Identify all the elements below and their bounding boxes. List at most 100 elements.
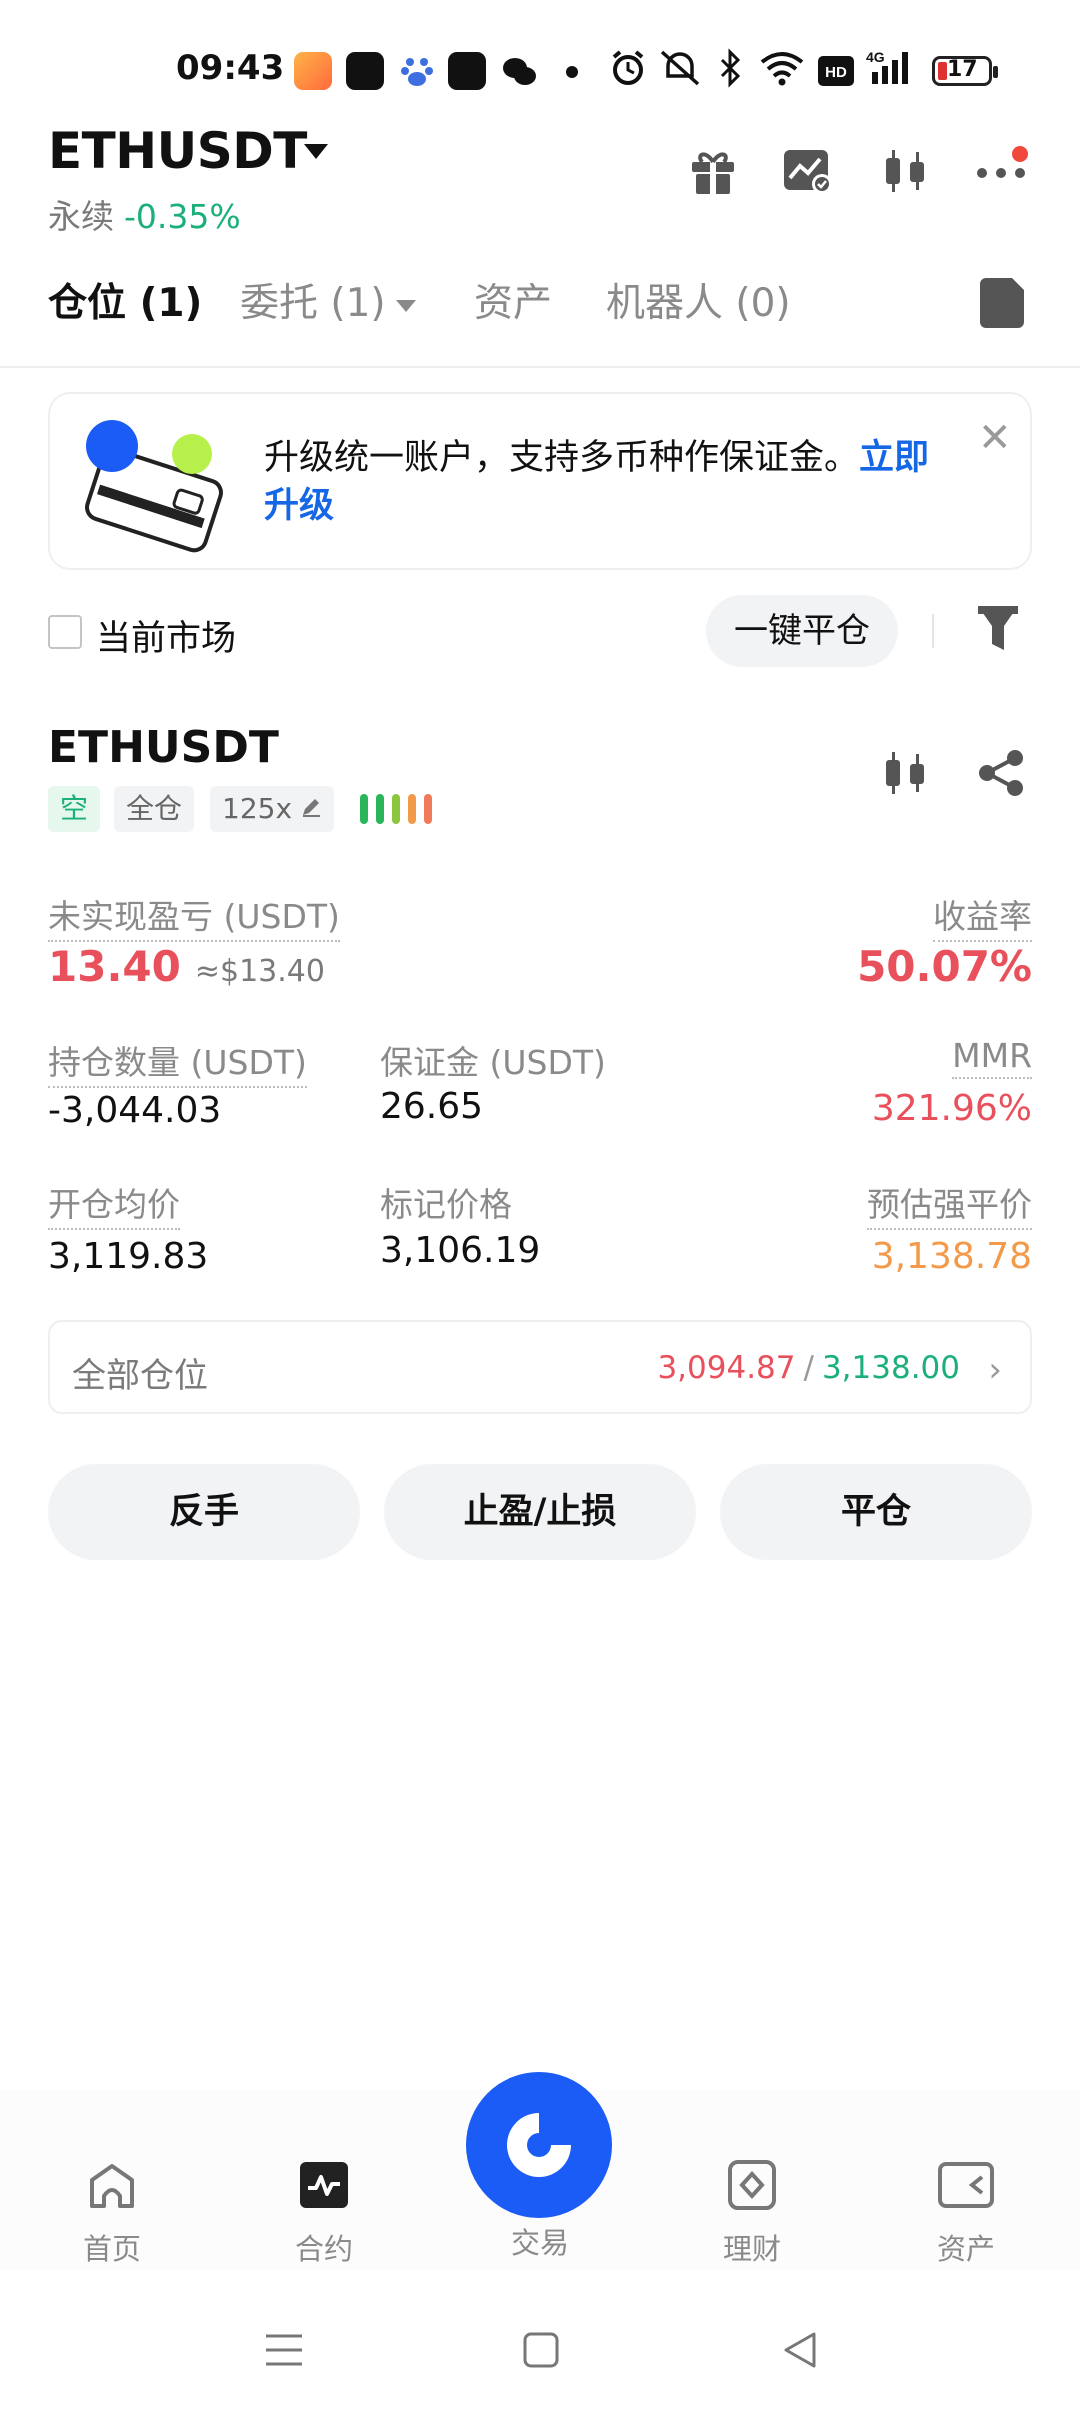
battery-level: 17	[947, 57, 978, 82]
risk-bar	[392, 794, 400, 824]
size-label[interactable]: 持仓数量 (USDT)	[48, 1036, 307, 1088]
futures-icon	[254, 2160, 394, 2214]
tab-orders[interactable]: 委托 (1)	[240, 272, 416, 328]
back-icon[interactable]	[780, 2330, 820, 2374]
tpsl-separator: /	[803, 1350, 814, 1386]
status-bar: 09:43 HD 4G 17	[0, 0, 1080, 140]
stop-loss-value: 3,138.00	[821, 1350, 960, 1386]
nav-assets[interactable]: 资产	[896, 2160, 1036, 2268]
roe-label[interactable]: 收益率	[933, 890, 1032, 942]
notification-badge	[1012, 146, 1028, 162]
leverage-value: 125x	[222, 792, 293, 825]
candlestick-icon[interactable]	[880, 748, 930, 802]
more-icon[interactable]	[976, 164, 1026, 183]
nav-assets-label: 资产	[936, 2232, 995, 2266]
size-value: -3,044.03	[48, 1090, 222, 1131]
nav-home-label: 首页	[82, 2232, 141, 2266]
edit-icon	[300, 786, 322, 832]
symbol-dropdown-caret-icon[interactable]	[304, 144, 328, 159]
svg-text:HD: HD	[825, 64, 847, 81]
reverse-button[interactable]: 反手	[48, 1464, 360, 1560]
hd-icon: HD	[818, 56, 854, 90]
nav-futures[interactable]: 合约	[254, 2160, 394, 2268]
risk-bar	[360, 794, 368, 824]
wifi-icon	[760, 48, 804, 92]
signal-4g-icon: 4G	[866, 48, 916, 92]
unrealized-pnl: 13.40	[48, 942, 181, 991]
wechat-icon	[500, 52, 538, 90]
nav-trade-label[interactable]: 交易	[470, 2220, 610, 2262]
risk-bar	[408, 794, 416, 824]
trade-icon	[499, 2105, 579, 2189]
mmr-value: 321.96%	[871, 1088, 1032, 1129]
position-symbol[interactable]: ETHUSDT	[48, 722, 279, 773]
banner-message: 升级统一账户，支持多币种作保证金。	[264, 438, 860, 478]
tab-assets[interactable]: 资产	[474, 272, 552, 328]
risk-bar	[424, 794, 432, 824]
liq-price-label[interactable]: 预估强平价	[867, 1178, 1032, 1230]
home-button-icon[interactable]	[522, 2330, 560, 2374]
home-icon	[42, 2160, 182, 2214]
margin-value: 26.65	[380, 1086, 484, 1127]
entry-price-label[interactable]: 开仓均价	[48, 1178, 180, 1230]
contract-type: 永续	[48, 197, 114, 236]
bluetooth-icon	[718, 48, 744, 92]
unrealized-pnl-usd: ≈$13.40	[194, 954, 325, 989]
current-market-label[interactable]: 当前市场	[96, 610, 236, 661]
tpsl-values: 3,094.87/3,138.00	[657, 1350, 960, 1386]
liq-price-value: 3,138.78	[871, 1236, 1032, 1277]
margin-mode-tag[interactable]: 全仓	[114, 786, 195, 832]
app-icon	[294, 52, 332, 90]
chevron-right-icon: ›	[988, 1350, 1002, 1390]
all-positions-label: 全部仓位	[72, 1356, 208, 1396]
chart-check-icon[interactable]	[782, 146, 834, 200]
mmr-label[interactable]: MMR	[952, 1036, 1032, 1079]
tab-bots[interactable]: 机器人 (0)	[606, 272, 791, 328]
nav-trade[interactable]	[466, 2072, 612, 2218]
status-time: 09:43	[176, 48, 285, 88]
upgrade-banner[interactable]: 升级统一账户，支持多币种作保证金。立即升级 ✕	[48, 392, 1032, 570]
gift-icon[interactable]	[688, 146, 738, 200]
all-positions-tpsl-row[interactable]: 全部仓位 3,094.87/3,138.00 ›	[48, 1320, 1032, 1414]
close-all-button[interactable]: 一键平仓	[706, 595, 898, 667]
close-icon[interactable]: ✕	[978, 418, 1012, 458]
svg-text:4G: 4G	[866, 49, 885, 65]
chevron-down-icon	[395, 299, 416, 312]
mark-price-label: 标记价格	[380, 1185, 512, 1224]
risk-bar	[376, 794, 384, 824]
nav-futures-label: 合约	[294, 2232, 353, 2266]
symbol-title[interactable]: ETHUSDT	[48, 122, 307, 180]
nav-home[interactable]: 首页	[42, 2160, 182, 2268]
banner-text: 升级统一账户，支持多币种作保证金。立即升级	[264, 434, 964, 530]
mute-icon	[658, 48, 702, 92]
unrealized-pnl-label[interactable]: 未实现盈亏 (USDT)	[48, 890, 340, 942]
current-market-checkbox[interactable]	[48, 615, 82, 649]
tab-orders-label: 委托 (1)	[240, 281, 386, 326]
unrealized-pnl-value: 13.40 ≈$13.40	[48, 942, 325, 991]
margin-label: 保证金 (USDT)	[380, 1043, 606, 1082]
tiktok-icon	[346, 52, 384, 90]
tiktok-icon	[448, 52, 486, 90]
battery-icon: 17	[932, 56, 998, 86]
filter-divider	[932, 614, 934, 648]
tab-positions[interactable]: 仓位 (1)	[48, 272, 202, 328]
earn-icon	[682, 2160, 822, 2214]
take-profit-value: 3,094.87	[657, 1350, 796, 1386]
symbol-subtitle: 永续 -0.35%	[48, 190, 241, 238]
filter-icon[interactable]	[976, 604, 1020, 658]
nav-earn-label: 理财	[722, 2232, 781, 2266]
leverage-tag[interactable]: 125x	[210, 786, 335, 832]
close-position-button[interactable]: 平仓	[720, 1464, 1032, 1560]
baidu-icon	[398, 52, 436, 90]
risk-level-bars	[360, 794, 440, 828]
wallet-icon	[896, 2160, 1036, 2214]
wallet-illustration-icon	[78, 416, 228, 560]
tpsl-button[interactable]: 止盈/止损	[384, 1464, 696, 1560]
menu-icon[interactable]	[264, 2330, 304, 2374]
roe-value: 50.07%	[857, 942, 1032, 991]
share-icon[interactable]	[976, 748, 1026, 802]
nav-earn[interactable]: 理财	[682, 2160, 822, 2268]
candlestick-icon[interactable]	[880, 146, 930, 200]
history-icon[interactable]	[980, 278, 1024, 328]
tabs-divider	[0, 366, 1080, 368]
